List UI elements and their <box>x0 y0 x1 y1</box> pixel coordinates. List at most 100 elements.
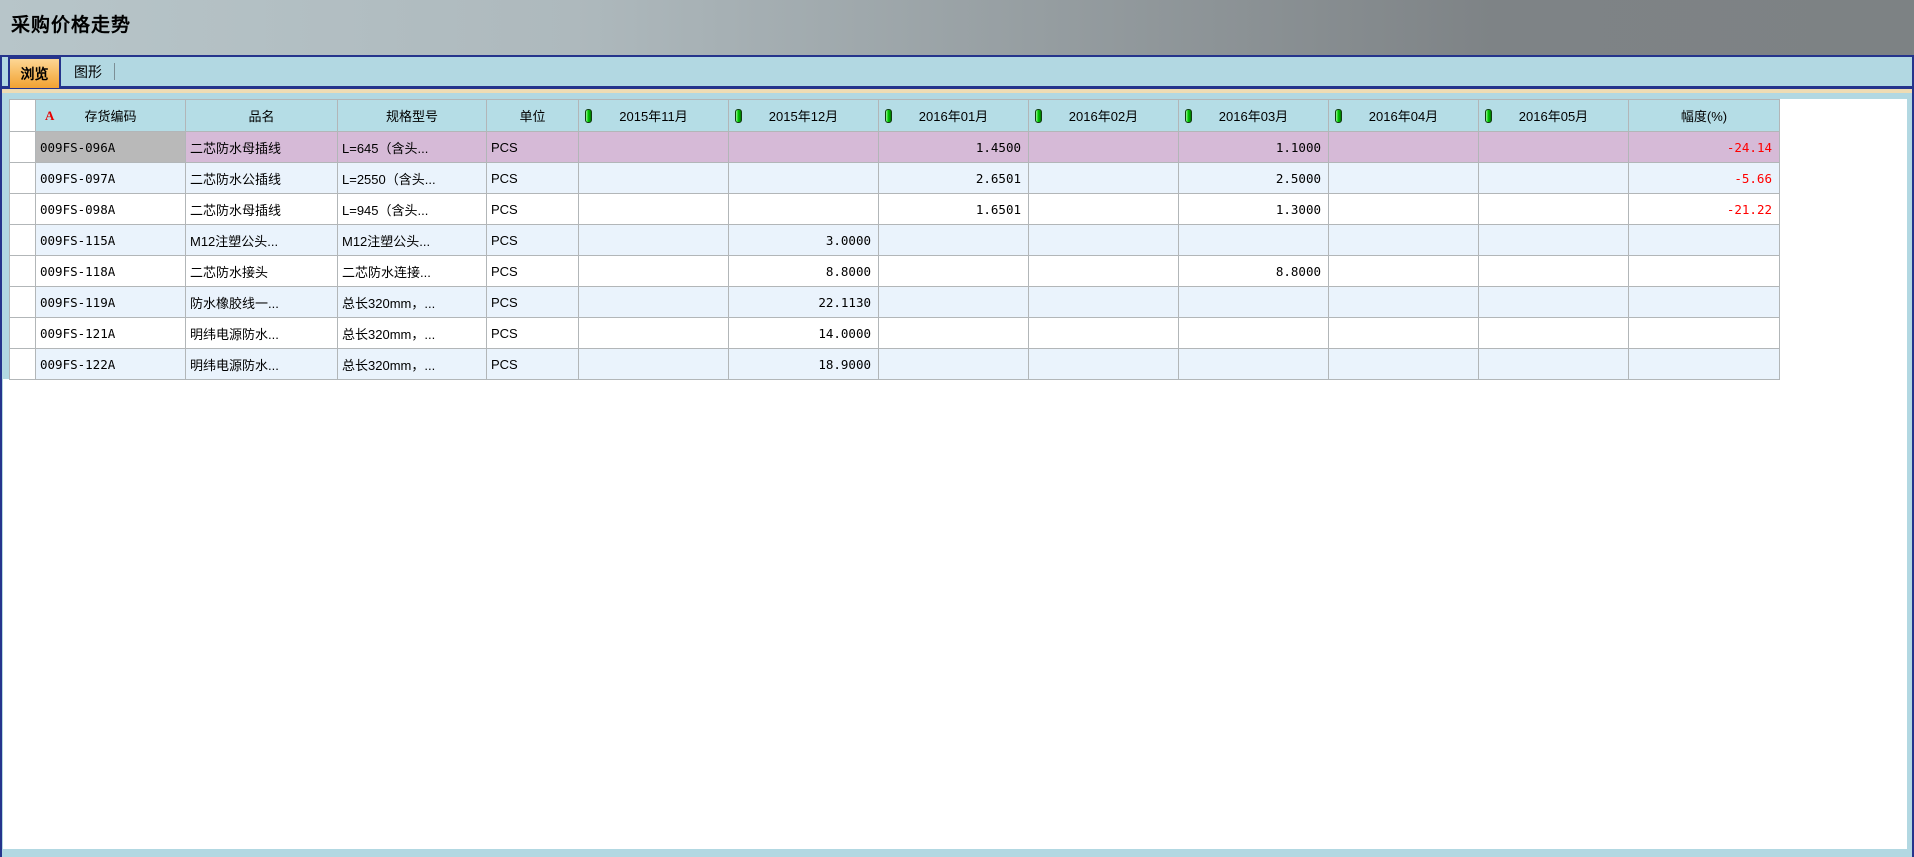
cell-range[interactable]: -21.22 <box>1629 194 1780 225</box>
cell-unit[interactable]: PCS <box>487 318 579 349</box>
table-row[interactable]: 009FS-118A二芯防水接头二芯防水连接...PCS 8.8000 8.8000 <box>10 256 1780 287</box>
cell-m2016_04[interactable] <box>1329 163 1479 194</box>
cell-m2016_01[interactable]: 1.4500 <box>879 132 1029 163</box>
cell-m2015_12[interactable]: 14.0000 <box>729 318 879 349</box>
cell-m2015_11[interactable] <box>579 225 729 256</box>
cell-m2015_11[interactable] <box>579 287 729 318</box>
cell-code[interactable]: 009FS-098A <box>36 194 186 225</box>
cell-m2016_05[interactable] <box>1479 349 1629 380</box>
cell-name[interactable]: 二芯防水母插线 <box>186 132 338 163</box>
cell-m2016_04[interactable] <box>1329 349 1479 380</box>
table-row[interactable]: 009FS-096A二芯防水母插线L=645（含头...PCS 1.4500 1.1… <box>10 132 1780 163</box>
cell-unit[interactable]: PCS <box>487 256 579 287</box>
cell-unit[interactable]: PCS <box>487 132 579 163</box>
cell-unit[interactable]: PCS <box>487 349 579 380</box>
cell-m2016_03[interactable] <box>1179 318 1329 349</box>
cell-m2016_01[interactable] <box>879 318 1029 349</box>
row-selector[interactable] <box>10 225 36 256</box>
cell-m2015_11[interactable] <box>579 318 729 349</box>
cell-unit[interactable]: PCS <box>487 163 579 194</box>
table-row[interactable]: 009FS-098A二芯防水母插线L=945（含头...PCS1.65011.3… <box>10 194 1780 225</box>
table-row[interactable]: 009FS-097A二芯防水公插线L=2550（含头...PCS2.65012.… <box>10 163 1780 194</box>
cell-name[interactable]: 二芯防水公插线 <box>186 163 338 194</box>
select-all-corner[interactable] <box>10 100 36 132</box>
cell-spec[interactable]: 总长320mm，... <box>338 287 487 318</box>
cell-spec[interactable]: L=945（含头... <box>338 194 487 225</box>
column-header-m2016_02[interactable]: 2016年02月 <box>1029 100 1179 132</box>
cell-code[interactable]: 009FS-096A <box>36 132 186 163</box>
cell-m2016_03[interactable]: 8.8000 <box>1179 256 1329 287</box>
column-header-name[interactable]: 品名 <box>186 100 338 132</box>
column-header-m2016_05[interactable]: 2016年05月 <box>1479 100 1629 132</box>
cell-m2016_05[interactable] <box>1479 287 1629 318</box>
cell-code[interactable]: 009FS-121A <box>36 318 186 349</box>
cell-code[interactable]: 009FS-122A <box>36 349 186 380</box>
table-row[interactable]: 009FS-121A明纬电源防水...总长320mm，...PCS 14.0000 <box>10 318 1780 349</box>
cell-range[interactable] <box>1629 225 1780 256</box>
cell-name[interactable]: 二芯防水接头 <box>186 256 338 287</box>
cell-m2015_12[interactable]: 8.8000 <box>729 256 879 287</box>
cell-spec[interactable]: M12注塑公头... <box>338 225 487 256</box>
cell-m2016_01[interactable] <box>879 225 1029 256</box>
cell-unit[interactable]: PCS <box>487 225 579 256</box>
cell-name[interactable]: M12注塑公头... <box>186 225 338 256</box>
row-selector[interactable] <box>10 349 36 380</box>
cell-m2016_04[interactable] <box>1329 194 1479 225</box>
row-selector[interactable] <box>10 132 36 163</box>
cell-spec[interactable]: L=645（含头... <box>338 132 487 163</box>
cell-m2016_02[interactable] <box>1029 132 1179 163</box>
column-header-m2015_12[interactable]: 2015年12月 <box>729 100 879 132</box>
cell-code[interactable]: 009FS-119A <box>36 287 186 318</box>
cell-m2016_05[interactable] <box>1479 318 1629 349</box>
cell-m2016_03[interactable]: 1.3000 <box>1179 194 1329 225</box>
cell-m2016_04[interactable] <box>1329 318 1479 349</box>
tab-browse[interactable]: 浏览 <box>8 57 61 88</box>
cell-m2016_04[interactable] <box>1329 132 1479 163</box>
cell-m2015_12[interactable]: 22.1130 <box>729 287 879 318</box>
cell-m2016_02[interactable] <box>1029 194 1179 225</box>
cell-m2016_05[interactable] <box>1479 132 1629 163</box>
cell-m2016_02[interactable] <box>1029 349 1179 380</box>
cell-range[interactable] <box>1629 287 1780 318</box>
cell-code[interactable]: 009FS-118A <box>36 256 186 287</box>
cell-m2015_11[interactable] <box>579 194 729 225</box>
row-selector[interactable] <box>10 287 36 318</box>
column-header-m2016_04[interactable]: 2016年04月 <box>1329 100 1479 132</box>
cell-m2016_04[interactable] <box>1329 287 1479 318</box>
cell-m2015_12[interactable]: 18.9000 <box>729 349 879 380</box>
column-header-m2015_11[interactable]: 2015年11月 <box>579 100 729 132</box>
cell-m2016_05[interactable] <box>1479 163 1629 194</box>
cell-m2016_04[interactable] <box>1329 225 1479 256</box>
cell-m2016_02[interactable] <box>1029 163 1179 194</box>
cell-m2016_03[interactable] <box>1179 225 1329 256</box>
row-selector[interactable] <box>10 256 36 287</box>
cell-unit[interactable]: PCS <box>487 194 579 225</box>
row-selector[interactable] <box>10 163 36 194</box>
column-header-m2016_01[interactable]: 2016年01月 <box>879 100 1029 132</box>
cell-m2015_12[interactable] <box>729 163 879 194</box>
cell-name[interactable]: 防水橡胶线一... <box>186 287 338 318</box>
cell-m2016_01[interactable] <box>879 256 1029 287</box>
cell-m2016_02[interactable] <box>1029 256 1179 287</box>
cell-m2016_03[interactable]: 1.1000 <box>1179 132 1329 163</box>
column-header-range[interactable]: 幅度(%) <box>1629 100 1780 132</box>
column-header-code[interactable]: A存货编码 <box>36 100 186 132</box>
cell-spec[interactable]: L=2550（含头... <box>338 163 487 194</box>
cell-name[interactable]: 明纬电源防水... <box>186 318 338 349</box>
cell-range[interactable]: -24.14 <box>1629 132 1780 163</box>
cell-name[interactable]: 二芯防水母插线 <box>186 194 338 225</box>
cell-range[interactable] <box>1629 349 1780 380</box>
cell-m2016_03[interactable] <box>1179 349 1329 380</box>
cell-m2016_01[interactable]: 2.6501 <box>879 163 1029 194</box>
cell-m2016_02[interactable] <box>1029 287 1179 318</box>
cell-m2015_11[interactable] <box>579 163 729 194</box>
cell-m2016_02[interactable] <box>1029 318 1179 349</box>
cell-m2016_03[interactable]: 2.5000 <box>1179 163 1329 194</box>
cell-spec[interactable]: 二芯防水连接... <box>338 256 487 287</box>
cell-spec[interactable]: 总长320mm，... <box>338 318 487 349</box>
table-row[interactable]: 009FS-122A明纬电源防水...总长320mm，...PCS18.9000 <box>10 349 1780 380</box>
cell-m2016_05[interactable] <box>1479 194 1629 225</box>
tab-graph[interactable]: 图形 <box>66 60 110 84</box>
column-header-spec[interactable]: 规格型号 <box>338 100 487 132</box>
cell-range[interactable]: -5.66 <box>1629 163 1780 194</box>
